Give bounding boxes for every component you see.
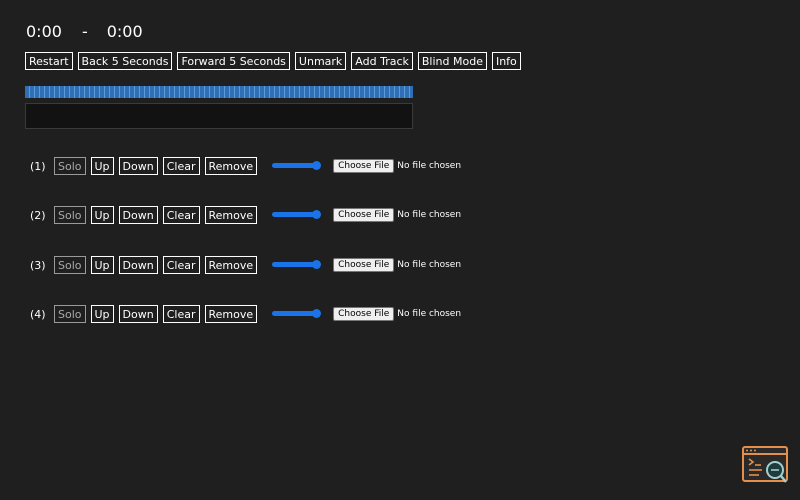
volume-slider-thumb[interactable] <box>312 309 322 318</box>
remove-button[interactable]: Remove <box>204 305 258 323</box>
file-status: No file chosen <box>397 260 462 270</box>
restart-button[interactable]: Restart <box>25 52 73 70</box>
track-number: (2) <box>30 208 46 222</box>
track-number: (4) <box>30 307 46 321</box>
remove-button[interactable]: Remove <box>204 206 258 224</box>
terminal-search-logo-icon <box>742 445 790 485</box>
up-button[interactable]: Up <box>90 157 114 175</box>
track-row-2: (2) Solo Up Down Clear Remove Choose Fil… <box>30 206 461 224</box>
file-input[interactable]: Choose File No file chosen <box>333 258 461 272</box>
solo-button[interactable]: Solo <box>54 305 86 323</box>
up-button[interactable]: Up <box>90 305 114 323</box>
current-time: 0:00 <box>26 22 62 41</box>
clear-button[interactable]: Clear <box>162 157 200 175</box>
clear-button[interactable]: Clear <box>162 206 200 224</box>
forward-5-seconds-button[interactable]: Forward 5 Seconds <box>177 52 290 70</box>
clear-button[interactable]: Clear <box>162 305 200 323</box>
back-5-seconds-button[interactable]: Back 5 Seconds <box>77 52 173 70</box>
volume-slider-thumb[interactable] <box>312 161 322 170</box>
remove-button[interactable]: Remove <box>204 157 258 175</box>
down-button[interactable]: Down <box>118 305 158 323</box>
up-button[interactable]: Up <box>90 256 114 274</box>
file-input[interactable]: Choose File No file chosen <box>333 159 461 173</box>
choose-file-button[interactable]: Choose File <box>333 307 395 321</box>
solo-button[interactable]: Solo <box>54 206 86 224</box>
remove-button[interactable]: Remove <box>204 256 258 274</box>
track-row-4: (4) Solo Up Down Clear Remove Choose Fil… <box>30 305 461 323</box>
track-row-1: (1) Solo Up Down Clear Remove Choose Fil… <box>30 157 461 175</box>
file-input[interactable]: Choose File No file chosen <box>333 307 461 321</box>
toolbar: Restart Back 5 Seconds Forward 5 Seconds… <box>25 52 521 70</box>
solo-button[interactable]: Solo <box>54 157 86 175</box>
info-button[interactable]: Info <box>491 52 521 70</box>
choose-file-button[interactable]: Choose File <box>333 159 395 173</box>
file-status: No file chosen <box>397 210 462 220</box>
down-button[interactable]: Down <box>118 206 158 224</box>
volume-slider[interactable] <box>272 256 322 274</box>
time-display: 0:00 - 0:00 <box>26 22 143 41</box>
volume-slider-thumb[interactable] <box>312 260 322 269</box>
volume-slider[interactable] <box>272 157 322 175</box>
file-status: No file chosen <box>397 309 462 319</box>
file-status: No file chosen <box>397 161 462 171</box>
choose-file-button[interactable]: Choose File <box>333 208 395 222</box>
choose-file-button[interactable]: Choose File <box>333 258 395 272</box>
up-button[interactable]: Up <box>90 206 114 224</box>
progress-bar[interactable] <box>25 86 413 98</box>
total-time: 0:00 <box>106 22 143 41</box>
time-separator: - <box>81 22 88 41</box>
blind-mode-button[interactable]: Blind Mode <box>417 52 487 70</box>
volume-slider-thumb[interactable] <box>312 210 322 219</box>
volume-slider[interactable] <box>272 305 322 323</box>
track-number: (3) <box>30 258 46 272</box>
add-track-button[interactable]: Add Track <box>351 52 413 70</box>
down-button[interactable]: Down <box>118 256 158 274</box>
track-number: (1) <box>30 159 46 173</box>
waveform-area[interactable] <box>25 103 413 129</box>
file-input[interactable]: Choose File No file chosen <box>333 208 461 222</box>
unmark-button[interactable]: Unmark <box>294 52 347 70</box>
down-button[interactable]: Down <box>118 157 158 175</box>
clear-button[interactable]: Clear <box>162 256 200 274</box>
solo-button[interactable]: Solo <box>54 256 86 274</box>
track-row-3: (3) Solo Up Down Clear Remove Choose Fil… <box>30 256 461 274</box>
volume-slider[interactable] <box>272 206 322 224</box>
